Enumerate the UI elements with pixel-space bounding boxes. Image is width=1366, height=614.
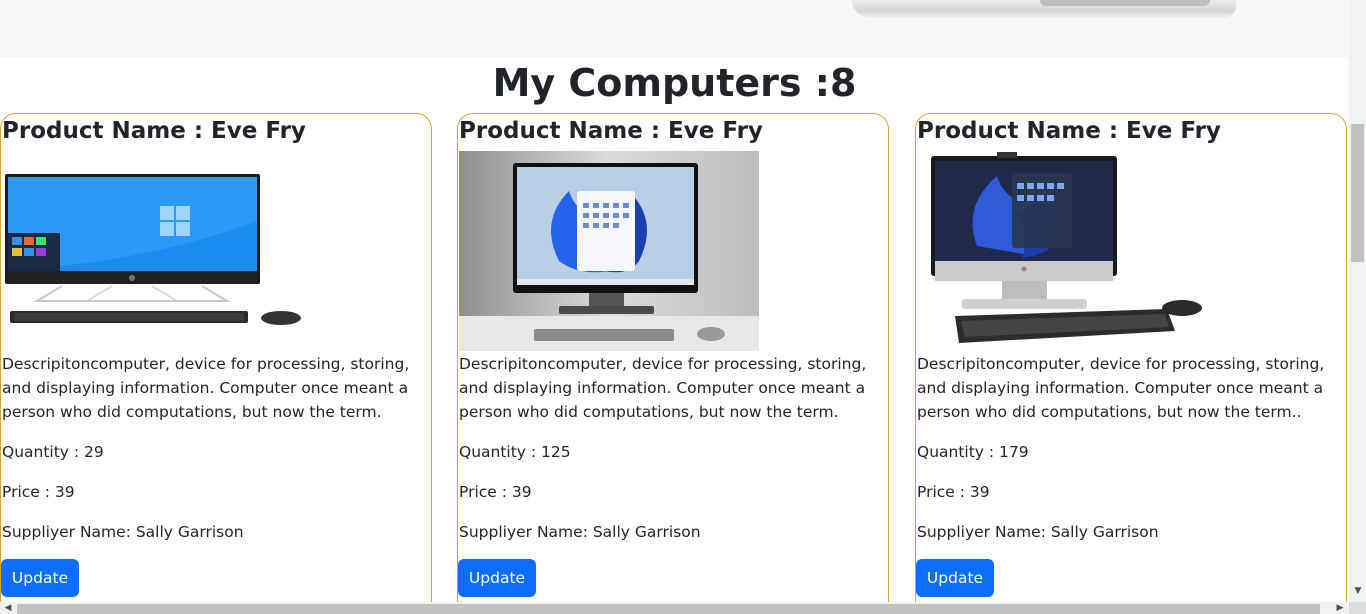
product-card: Product Name : Eve Fry Descripitoncomput… [915, 113, 1347, 613]
product-description: Descripitoncomputer, device for processi… [917, 355, 1325, 421]
scroll-down-arrow-icon[interactable]: ▼ [1352, 585, 1364, 597]
product-quantity: Quantity : 125 [459, 443, 571, 461]
product-name: Product Name : Eve Fry [459, 118, 763, 144]
product-description: Descripitoncomputer, device for processi… [459, 355, 867, 421]
product-quantity: Quantity : 29 [2, 443, 104, 461]
product-supplier: Suppliyer Name: Sally Garrison [917, 523, 1159, 541]
product-quantity: Quantity : 179 [917, 443, 1029, 461]
product-image [2, 151, 302, 351]
scrollbar-corner [1349, 602, 1366, 614]
product-price: Price : 39 [459, 483, 532, 501]
update-button[interactable]: Update [916, 559, 994, 597]
update-button[interactable]: Update [458, 559, 536, 597]
update-button[interactable]: Update [1, 559, 79, 597]
product-image [917, 151, 1217, 351]
product-price: Price : 39 [2, 483, 75, 501]
horizontal-scrollbar-thumb[interactable] [17, 604, 1320, 614]
product-name: Product Name : Eve Fry [2, 118, 306, 144]
product-supplier: Suppliyer Name: Sally Garrison [459, 523, 701, 541]
product-image [459, 151, 759, 351]
scroll-left-arrow-icon[interactable]: ◀ [2, 602, 14, 614]
product-supplier: Suppliyer Name: Sally Garrison [2, 523, 244, 541]
product-price: Price : 39 [917, 483, 990, 501]
product-card: Product Name : Eve Fry Descripitoncomput… [457, 113, 889, 613]
page-title: My Computers :8 [492, 61, 857, 105]
product-description: Descripitoncomputer, device for processi… [2, 355, 410, 421]
hero-image-shadow [1040, 0, 1210, 6]
product-card: Product Name : Eve Fry Descripitoncomput… [0, 113, 432, 613]
vertical-scrollbar-thumb[interactable] [1351, 124, 1364, 262]
hero-banner-bottom [0, 0, 1349, 57]
product-name: Product Name : Eve Fry [917, 118, 1221, 144]
vertical-scrollbar[interactable] [1349, 0, 1366, 602]
scroll-right-arrow-icon[interactable]: ▶ [1334, 602, 1346, 614]
